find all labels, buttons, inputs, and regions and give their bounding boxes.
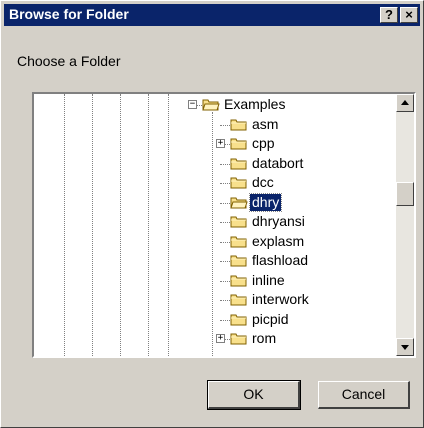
vertical-scrollbar[interactable]: [396, 94, 414, 356]
tree-item-label: flashload: [252, 252, 309, 268]
tree-item-cpp[interactable]: + cpp: [34, 135, 394, 153]
tree-branch-line: [220, 222, 230, 223]
folder-icon: [230, 253, 248, 268]
expand-icon[interactable]: +: [216, 334, 225, 343]
folder-tree[interactable]: − Examples asm + cpp databort dcc dhry dhryansi e…: [32, 92, 416, 358]
tree-item-label: databort: [252, 154, 304, 171]
tree-item-label: dhry: [248, 192, 283, 212]
scroll-down-button[interactable]: [396, 338, 414, 356]
expand-icon[interactable]: +: [216, 139, 225, 148]
tree-branch-line: [220, 280, 230, 282]
tree-item-label: rom: [252, 330, 277, 346]
tree-item-asm[interactable]: asm: [34, 116, 394, 134]
tree-item-label: Examples: [224, 96, 286, 112]
folder-icon: [230, 292, 248, 307]
title-bar[interactable]: Browse for Folder ? ×: [4, 4, 420, 26]
tree-item-label: dcc: [252, 174, 274, 190]
tree-item-flashload[interactable]: flashload: [34, 252, 394, 270]
close-button[interactable]: ×: [400, 7, 418, 23]
folder-icon: [230, 331, 248, 346]
tree-item-databort[interactable]: databort: [34, 155, 394, 173]
tree-item-examples[interactable]: − Examples: [34, 96, 394, 114]
tree-item-explasm[interactable]: explasm: [34, 233, 394, 251]
tree-item-dhryansi[interactable]: dhryansi: [34, 213, 394, 231]
tree-item-interwork[interactable]: interwork: [34, 291, 394, 309]
tree-item-label: picpid: [252, 310, 289, 327]
tree-item-dhry[interactable]: dhry: [34, 192, 394, 212]
folder-icon: [230, 175, 248, 190]
tree-item-picpid[interactable]: picpid: [34, 311, 394, 329]
folder-icon: [230, 273, 248, 288]
tree-item-inline[interactable]: inline: [34, 272, 394, 290]
open-folder-icon: [202, 97, 220, 112]
open-folder-icon: [230, 195, 248, 210]
tree-branch-line: [220, 124, 230, 126]
prompt-label: Choose a Folder: [17, 53, 121, 69]
tree-branch-line: [220, 241, 230, 243]
tree-branch-line: [220, 202, 230, 204]
folder-icon: [230, 312, 248, 327]
folder-icon: [230, 234, 248, 249]
tree-item-label: dhryansi: [252, 213, 305, 229]
tree-branch-line: [220, 261, 230, 262]
help-button[interactable]: ?: [380, 7, 398, 23]
scroll-thumb[interactable]: [396, 182, 414, 206]
tree-item-label: interwork: [252, 291, 309, 307]
folder-icon: [230, 214, 248, 229]
tree-item-label: inline: [252, 271, 285, 288]
folder-icon: [230, 117, 248, 132]
tree-item-label: explasm: [252, 232, 305, 249]
cancel-button[interactable]: Cancel: [318, 381, 410, 409]
arrow-up-icon: [401, 100, 409, 105]
collapse-icon[interactable]: −: [188, 100, 197, 109]
window-title: Browse for Folder: [9, 6, 129, 22]
scroll-up-button[interactable]: [396, 94, 414, 112]
tree-branch-line: [220, 163, 230, 165]
browse-for-folder-dialog: Browse for Folder ? × Choose a Folder − E…: [0, 0, 424, 428]
tree-item-label: asm: [252, 115, 279, 132]
tree-branch-line: [220, 319, 230, 321]
arrow-down-icon: [401, 345, 409, 350]
ok-button[interactable]: OK: [207, 380, 301, 410]
tree-branch-line: [220, 183, 230, 184]
tree-branch-line: [220, 300, 230, 301]
tree-item-dcc[interactable]: dcc: [34, 174, 394, 192]
folder-icon: [230, 136, 248, 151]
tree-item-rom[interactable]: + rom: [34, 330, 394, 348]
folder-icon: [230, 156, 248, 171]
tree-item-label: cpp: [252, 135, 275, 151]
